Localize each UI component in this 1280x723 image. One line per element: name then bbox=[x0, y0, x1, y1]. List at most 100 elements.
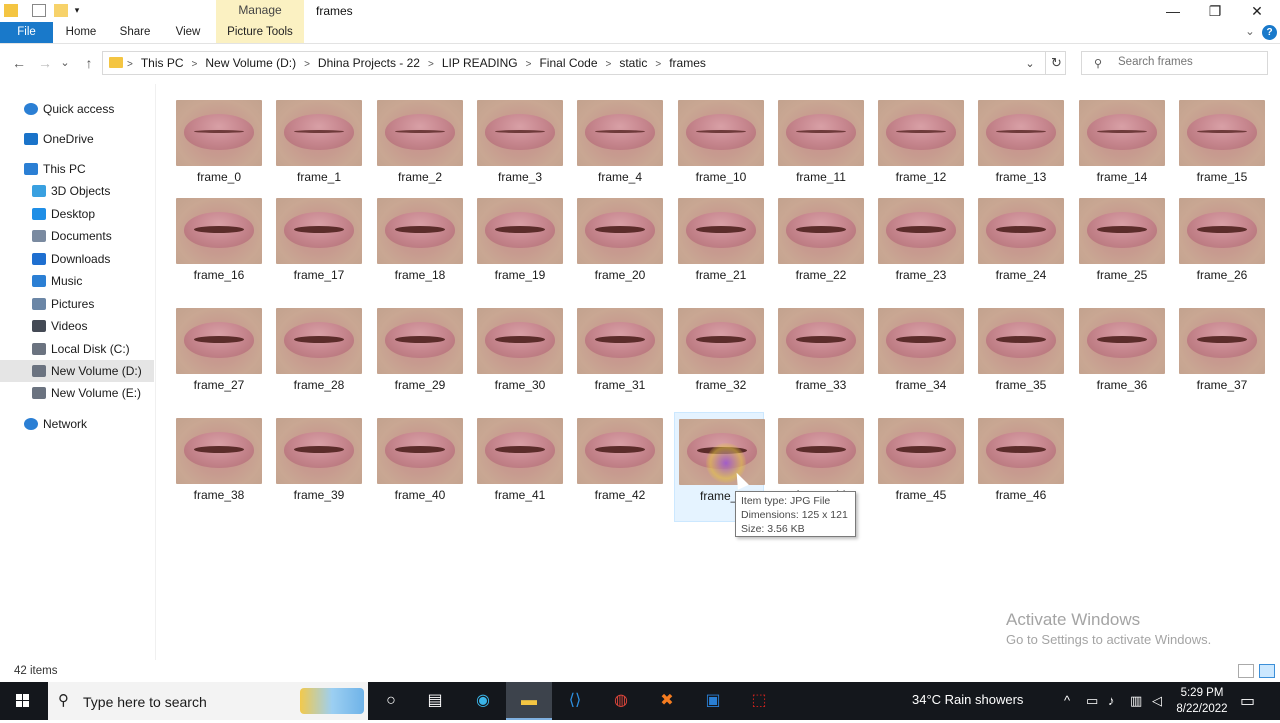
network-tray-icon[interactable]: ▥ bbox=[1130, 693, 1142, 709]
file-item[interactable]: frame_26 bbox=[1175, 192, 1265, 302]
file-item[interactable]: frame_0 bbox=[172, 94, 262, 204]
breadcrumb-dhina-projects[interactable]: Dhina Projects - 22 bbox=[318, 56, 420, 70]
breadcrumb-this-pc[interactable]: This PC bbox=[141, 56, 184, 70]
file-item[interactable]: frame_32 bbox=[674, 302, 764, 412]
sidebar-item-quick-access[interactable]: Quick access bbox=[0, 98, 154, 120]
help-icon[interactable]: ? bbox=[1262, 25, 1277, 40]
details-view-icon[interactable] bbox=[1238, 664, 1254, 678]
close-button[interactable]: ✕ bbox=[1234, 0, 1280, 22]
file-item[interactable]: frame_10 bbox=[674, 94, 764, 204]
edge-icon[interactable]: ◉ bbox=[460, 682, 506, 720]
file-item[interactable]: frame_28 bbox=[272, 302, 362, 412]
file-item[interactable]: frame_39 bbox=[272, 412, 362, 522]
file-item[interactable]: frame_22 bbox=[774, 192, 864, 302]
file-item[interactable]: frame_17 bbox=[272, 192, 362, 302]
sidebar-item-desktop[interactable]: Desktop bbox=[0, 203, 154, 225]
file-item[interactable]: frame_42 bbox=[573, 412, 663, 522]
expand-ribbon-icon[interactable]: ⌄ bbox=[1242, 22, 1258, 43]
tab-home[interactable]: Home bbox=[60, 22, 102, 43]
file-item[interactable]: frame_29 bbox=[373, 302, 463, 412]
sidebar-item-3d-objects[interactable]: 3D Objects bbox=[0, 180, 154, 202]
address-dropdown-button[interactable]: ⌄ bbox=[1021, 55, 1039, 73]
sidebar-item-documents[interactable]: Documents bbox=[0, 225, 154, 247]
sidebar-item-videos[interactable]: Videos bbox=[0, 315, 154, 337]
microphone-icon[interactable]: ♪ bbox=[1108, 693, 1115, 708]
file-explorer-icon[interactable]: ▬ bbox=[506, 682, 552, 720]
sidebar-item-downloads[interactable]: Downloads bbox=[0, 248, 154, 270]
properties-check-icon[interactable] bbox=[32, 4, 46, 17]
file-item[interactable]: frame_30 bbox=[473, 302, 563, 412]
file-item[interactable]: frame_34 bbox=[874, 302, 964, 412]
task-view-icon[interactable]: ▤ bbox=[412, 682, 458, 720]
cortana-icon[interactable]: ○ bbox=[368, 682, 414, 720]
tab-view[interactable]: View bbox=[168, 22, 208, 43]
file-item[interactable]: frame_19 bbox=[473, 192, 563, 302]
up-button[interactable]: ↑ bbox=[78, 52, 100, 74]
breadcrumb-static[interactable]: static bbox=[619, 56, 647, 70]
file-item[interactable]: frame_37 bbox=[1175, 302, 1265, 412]
file-item[interactable]: frame_15 bbox=[1175, 94, 1265, 204]
file-item[interactable]: frame_20 bbox=[573, 192, 663, 302]
file-item[interactable]: frame_11 bbox=[774, 94, 864, 204]
address-bar[interactable]: > This PC > New Volume (D:) > Dhina Projects … bbox=[102, 51, 1066, 75]
refresh-button[interactable]: ↻ bbox=[1045, 52, 1067, 74]
tab-picture-tools[interactable]: Picture Tools bbox=[216, 22, 304, 43]
sidebar-item-new-volume-d[interactable]: New Volume (D:) bbox=[0, 360, 154, 382]
sidebar-item-onedrive[interactable]: OneDrive bbox=[0, 128, 154, 150]
restore-button[interactable]: ❐ bbox=[1192, 0, 1238, 22]
sidebar-item-this-pc[interactable]: This PC bbox=[0, 158, 154, 180]
tray-overflow-icon[interactable]: ^ bbox=[1064, 693, 1070, 708]
chrome-icon[interactable]: ◍ bbox=[598, 682, 644, 720]
file-item[interactable]: frame_2 bbox=[373, 94, 463, 204]
file-item[interactable]: frame_38 bbox=[172, 412, 262, 522]
breadcrumb-final-code[interactable]: Final Code bbox=[539, 56, 597, 70]
file-item[interactable]: frame_25 bbox=[1075, 192, 1165, 302]
file-item[interactable]: frame_36 bbox=[1075, 302, 1165, 412]
back-button[interactable]: ← bbox=[8, 52, 30, 74]
recent-locations-button[interactable]: ⌄ bbox=[58, 52, 72, 74]
file-item[interactable]: frame_1 bbox=[272, 94, 362, 204]
file-item[interactable]: frame_23 bbox=[874, 192, 964, 302]
file-item[interactable]: frame_24 bbox=[974, 192, 1064, 302]
vscode-icon[interactable]: ⟨⟩ bbox=[552, 682, 598, 720]
sidebar-item-music[interactable]: Music bbox=[0, 270, 154, 292]
meet-now-icon[interactable]: ▭ bbox=[1086, 693, 1098, 709]
sidebar-item-network[interactable]: Network bbox=[0, 413, 154, 435]
sidebar-item-new-volume-e[interactable]: New Volume (E:) bbox=[0, 382, 154, 404]
tab-share[interactable]: Share bbox=[114, 22, 156, 43]
minimize-button[interactable]: — bbox=[1150, 0, 1196, 22]
weather-widget[interactable]: 34°C Rain showers bbox=[912, 692, 1023, 707]
new-folder-icon[interactable] bbox=[54, 4, 68, 17]
file-item[interactable]: frame_33 bbox=[774, 302, 864, 412]
tab-file[interactable]: File bbox=[0, 22, 53, 43]
breadcrumb-lip-reading[interactable]: LIP READING bbox=[442, 56, 518, 70]
file-item[interactable]: frame_41 bbox=[473, 412, 563, 522]
file-item[interactable]: frame_4 bbox=[573, 94, 663, 204]
file-item[interactable]: frame_46 bbox=[974, 412, 1064, 522]
taskbar-search[interactable]: ⚲ Type here to search bbox=[48, 682, 368, 720]
forward-button[interactable]: → bbox=[34, 52, 56, 74]
sidebar-item-local-disk-c[interactable]: Local Disk (C:) bbox=[0, 338, 154, 360]
file-item[interactable]: frame_27 bbox=[172, 302, 262, 412]
file-item[interactable]: frame_16 bbox=[172, 192, 262, 302]
search-box[interactable]: ⚲ bbox=[1081, 51, 1268, 75]
file-item[interactable]: frame_31 bbox=[573, 302, 663, 412]
large-icons-view-icon[interactable] bbox=[1259, 664, 1275, 678]
file-item[interactable]: frame_3 bbox=[473, 94, 563, 204]
file-item[interactable]: frame_45 bbox=[874, 412, 964, 522]
photos-icon[interactable]: ▣ bbox=[690, 682, 736, 720]
system-clock[interactable]: 5:29 PM 8/22/2022 bbox=[1170, 685, 1234, 717]
file-item[interactable]: frame_14 bbox=[1075, 94, 1165, 204]
file-item[interactable]: frame_18 bbox=[373, 192, 463, 302]
file-item[interactable]: frame_35 bbox=[974, 302, 1064, 412]
customize-quick-access-icon[interactable]: ▾ bbox=[72, 4, 82, 17]
file-item[interactable]: frame_13 bbox=[974, 94, 1064, 204]
notification-icon[interactable]: ▭ bbox=[1240, 691, 1255, 711]
file-item[interactable]: frame_40 bbox=[373, 412, 463, 522]
breadcrumb-new-volume-d[interactable]: New Volume (D:) bbox=[205, 56, 296, 70]
start-button[interactable] bbox=[0, 682, 46, 720]
sidebar-item-pictures[interactable]: Pictures bbox=[0, 293, 154, 315]
breadcrumb-frames[interactable]: frames bbox=[669, 56, 706, 70]
file-item[interactable]: frame_21 bbox=[674, 192, 764, 302]
file-item[interactable]: frame_12 bbox=[874, 94, 964, 204]
